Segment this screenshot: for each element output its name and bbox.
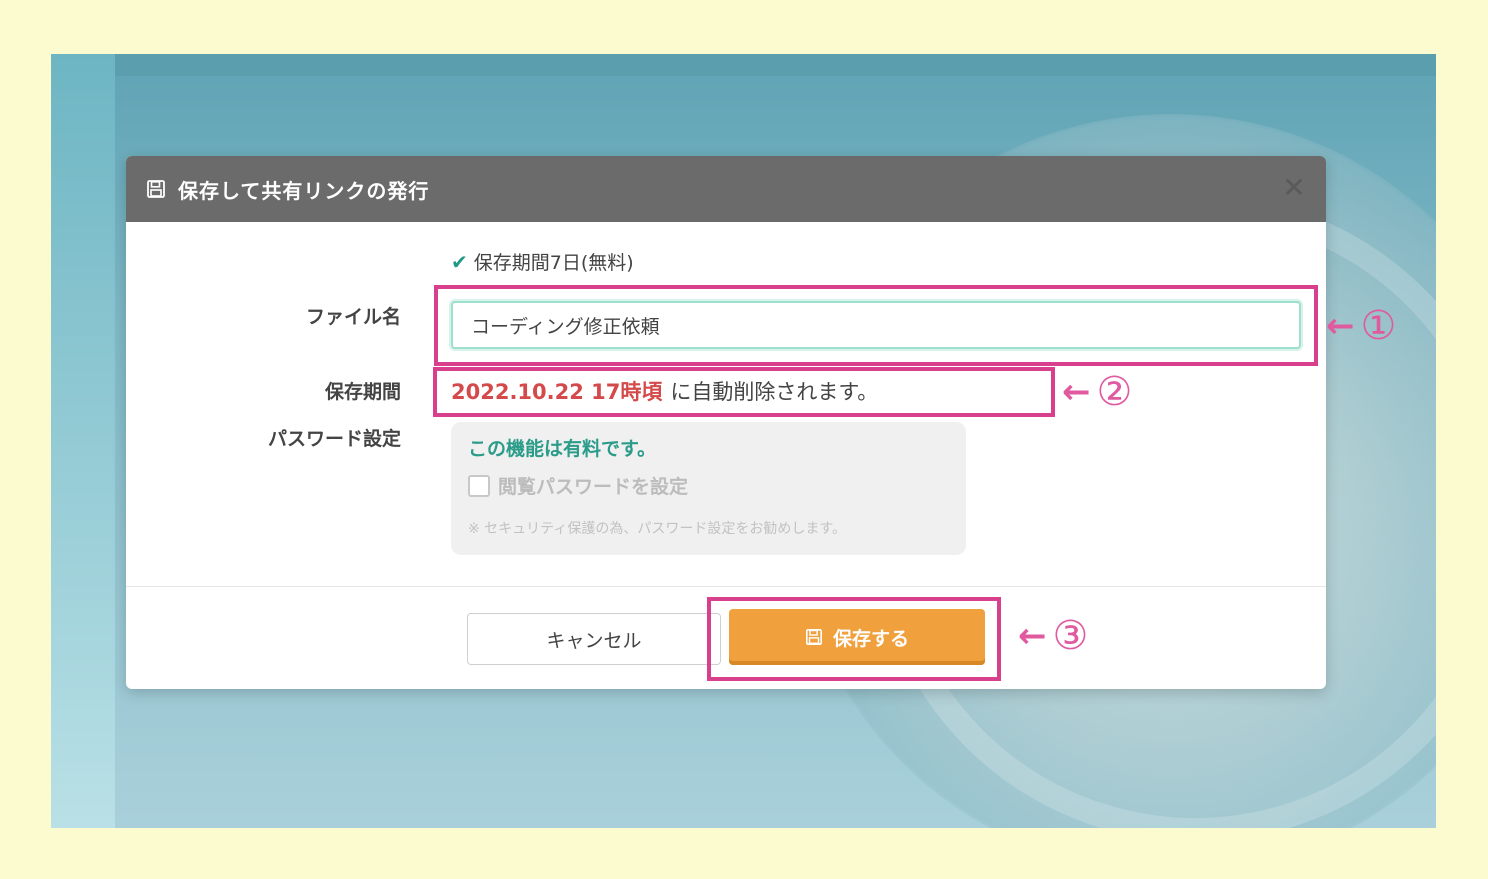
highlight-retention-period	[433, 367, 1055, 417]
password-checkbox-label: 閲覧パスワードを設定	[498, 476, 689, 498]
cancel-button[interactable]: キャンセル	[467, 613, 721, 665]
annotation-3: ← ③	[1018, 616, 1088, 656]
annotation-2: ← ②	[1062, 372, 1132, 412]
footer-divider	[126, 586, 1326, 587]
background-left-strip	[51, 54, 115, 828]
left-arrow-icon: ←	[1326, 306, 1355, 346]
paid-feature-notice: この機能は有料です。	[468, 438, 657, 460]
password-checkbox[interactable]	[468, 474, 490, 497]
retention-note-text: 保存期間7日(無料)	[473, 252, 634, 274]
password-setting-label: パスワード設定	[267, 428, 401, 450]
dialog-header: 保存して共有リンクの発行 ✕	[126, 156, 1326, 222]
checkmark-icon: ✔	[451, 249, 468, 274]
left-arrow-icon: ←	[1018, 616, 1047, 656]
password-checkbox-row: 閲覧パスワードを設定	[468, 472, 688, 499]
close-icon[interactable]: ✕	[1280, 174, 1308, 202]
file-name-label: ファイル名	[305, 306, 401, 328]
left-arrow-icon: ←	[1062, 372, 1091, 412]
highlight-save-button	[707, 597, 1001, 681]
background-top-strip	[115, 54, 1436, 76]
save-icon	[146, 179, 166, 199]
annotation-marker-3: ③	[1052, 613, 1089, 659]
retention-note: ✔ 保存期間7日(無料)	[451, 248, 634, 275]
password-hint: ※ セキュリティ保護の為、パスワード設定をお勧めします。	[468, 521, 846, 537]
annotation-marker-2: ②	[1096, 369, 1133, 415]
annotation-marker-1: ①	[1360, 303, 1397, 349]
dialog-title: 保存して共有リンクの発行	[178, 178, 430, 203]
annotation-1: ← ①	[1326, 306, 1396, 346]
retention-period-label: 保存期間	[324, 381, 401, 403]
highlight-file-name	[434, 285, 1318, 366]
password-settings-panel: この機能は有料です。 閲覧パスワードを設定 ※ セキュリティ保護の為、パスワード…	[451, 422, 966, 555]
